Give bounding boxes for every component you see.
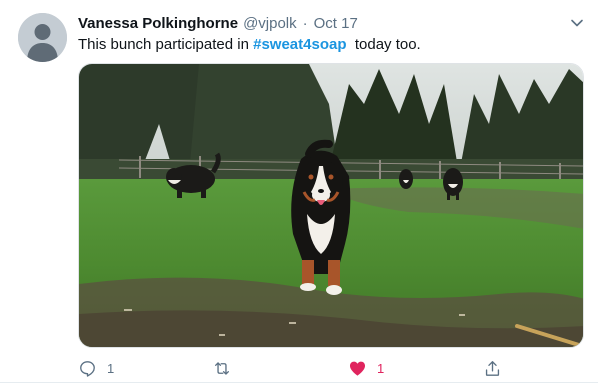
chevron-down-icon bbox=[571, 19, 583, 27]
avatar[interactable] bbox=[18, 13, 67, 62]
share-button[interactable] bbox=[483, 356, 502, 380]
heart-icon bbox=[349, 361, 366, 376]
retweet-icon bbox=[214, 361, 230, 375]
tweet-actions: 1 1 bbox=[78, 356, 584, 380]
reply-icon bbox=[80, 360, 95, 377]
author-handle[interactable]: @vjpolk bbox=[243, 15, 297, 32]
tweet-header: Vanessa Polkinghorne @vjpolk · Oct 17 bbox=[78, 13, 358, 33]
tweet-text-before: This bunch participated in bbox=[78, 36, 249, 53]
tweet-text: This bunch participated in #sweat4soap t… bbox=[78, 35, 421, 55]
tweet-text-after: today too. bbox=[354, 36, 421, 53]
tweet-date[interactable]: Oct 17 bbox=[314, 15, 358, 32]
like-count: 1 bbox=[377, 360, 385, 376]
tweet[interactable]: Vanessa Polkinghorne @vjpolk · Oct 17 Th… bbox=[0, 0, 598, 383]
hashtag-link[interactable]: #sweat4soap bbox=[253, 36, 346, 53]
tweet-photo[interactable] bbox=[78, 63, 584, 348]
dogs-photo bbox=[79, 64, 583, 347]
avatar-placeholder-icon bbox=[18, 13, 67, 62]
reply-button[interactable]: 1 bbox=[78, 356, 114, 380]
separator-dot: · bbox=[302, 14, 308, 32]
share-icon bbox=[485, 360, 500, 376]
dog-far-1 bbox=[399, 169, 413, 189]
reply-count: 1 bbox=[107, 360, 115, 376]
more-options-button[interactable] bbox=[566, 12, 588, 34]
author-name[interactable]: Vanessa Polkinghorne bbox=[78, 15, 238, 32]
like-button[interactable]: 1 bbox=[348, 356, 384, 380]
retweet-button[interactable] bbox=[212, 356, 242, 380]
